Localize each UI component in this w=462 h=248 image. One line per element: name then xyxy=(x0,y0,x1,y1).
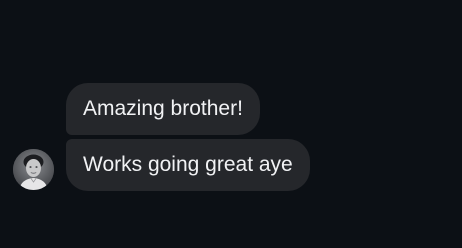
message-thread: Amazing brother! Works going great aye xyxy=(0,0,462,248)
avatar[interactable] xyxy=(13,149,54,190)
message-bubble[interactable]: Amazing brother! xyxy=(66,83,260,135)
message-bubble[interactable]: Works going great aye xyxy=(66,139,310,191)
person-avatar-icon xyxy=(13,149,54,190)
